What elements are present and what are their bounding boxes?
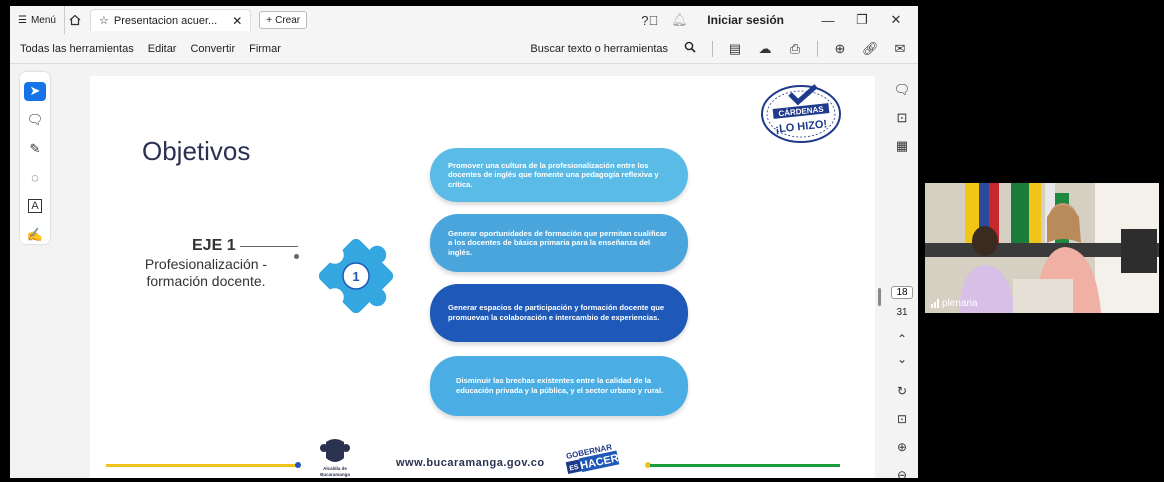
footer-url: www.bucaramanga.gov.co — [396, 457, 545, 469]
hamburger-icon: ☰ — [18, 14, 27, 26]
text-tool[interactable]: A — [24, 197, 46, 216]
restore-button[interactable]: ❐ — [852, 12, 872, 28]
scrollbar-thumb[interactable] — [878, 288, 881, 306]
pen-icon: ✎ — [29, 140, 41, 156]
fit-page-icon[interactable]: ⊡ — [897, 412, 907, 426]
screen: ☰ Menú ☆ Presentacion acuer... ✕ + Crear… — [0, 0, 1164, 482]
pdf-page: Objetivos CÁRDENAS ¡LO HIZO! EJE 1 Profe… — [90, 76, 875, 478]
prev-page-icon[interactable]: ⌃ — [897, 332, 907, 346]
sign-in-button[interactable]: Iniciar sesión — [707, 13, 784, 27]
current-page-field[interactable]: 18 — [891, 286, 913, 299]
menu-sign[interactable]: Firmar — [249, 43, 281, 55]
footer-yellow-line — [106, 464, 296, 467]
signal-icon — [931, 299, 939, 308]
objective-3: Generar espacios de participación y form… — [430, 284, 688, 342]
footer-dot — [295, 462, 301, 468]
thumbnails-icon[interactable]: ▦ — [896, 138, 908, 154]
close-window-button[interactable]: ✕ — [886, 12, 906, 28]
menu-all-tools[interactable]: Todas las herramientas — [20, 43, 134, 55]
eje-subtitle: Profesionalización - formación docente. — [144, 256, 268, 289]
gobernar-es-hacer-logo: GOBERNAR ES HACER — [565, 444, 620, 475]
help-icon[interactable]: ?⃝ — [641, 13, 658, 28]
home-icon — [70, 14, 81, 26]
total-pages: 31 — [896, 307, 908, 318]
puzzle-number: 1 — [352, 269, 359, 284]
lasso-tool[interactable]: ◌ — [24, 168, 46, 187]
create-button[interactable]: + Crear — [259, 11, 308, 29]
eje-connector-dot — [294, 254, 299, 259]
minimize-button[interactable]: — — [818, 13, 838, 28]
menu-edit[interactable]: Editar — [148, 43, 177, 55]
select-tool[interactable]: ➤ — [24, 82, 46, 101]
lasso-icon: ◌ — [31, 169, 39, 185]
text-box-icon: A — [28, 199, 42, 214]
save-icon[interactable]: ▤ — [727, 41, 743, 57]
signature-icon: ✍ — [26, 226, 44, 242]
refresh-icon[interactable]: ↻ — [897, 384, 907, 398]
objective-1: Promover una cultura de la profesionaliz… — [430, 148, 688, 202]
search-icon[interactable] — [682, 41, 698, 56]
objective-4: Disminuir las brechas existentes entre l… — [430, 356, 688, 416]
document-tab[interactable]: ☆ Presentacion acuer... ✕ — [89, 9, 252, 31]
toolbar-divider — [712, 40, 713, 57]
crest-caption-2: Bucaramanga — [320, 472, 350, 477]
video-scene — [925, 183, 1159, 313]
slide-title: Objetivos — [142, 136, 251, 166]
bell-icon[interactable]: 🔔︎ — [671, 12, 688, 28]
cardenas-seal-logo: CÁRDENAS ¡LO HIZO! — [761, 84, 841, 143]
toolbar: Todas las herramientas Editar Convertir … — [10, 34, 918, 64]
toolbar-divider — [817, 40, 818, 57]
video-feed: plenaria — [925, 183, 1159, 313]
search-tools[interactable]: Buscar texto o herramientas — [530, 43, 668, 55]
cursor-icon: ➤ — [29, 83, 41, 99]
zoom-search-icon[interactable]: ⊕ — [832, 41, 848, 57]
link-icon[interactable]: 🔗︎ — [862, 41, 879, 57]
zoom-out-icon[interactable]: ⊖ — [897, 468, 907, 478]
upload-cloud-icon[interactable]: ☁ — [757, 41, 773, 57]
pdf-viewer-window: ☰ Menú ☆ Presentacion acuer... ✕ + Crear… — [10, 6, 918, 478]
bookmark-panel-icon[interactable]: ⊡ — [897, 110, 908, 126]
footer-green-line — [650, 464, 840, 467]
video-label: plenaria — [931, 298, 978, 309]
menu-convert[interactable]: Convertir — [190, 43, 235, 55]
title-bar: ☰ Menú ☆ Presentacion acuer... ✕ + Crear… — [10, 6, 918, 34]
alcaldia-crest-logo: Alcaldía de Bucaramanga — [320, 439, 350, 477]
puzzle-piece-graphic: 1 — [318, 238, 394, 314]
plus-icon: + — [266, 14, 273, 26]
comments-panel-icon[interactable]: 🗨︎ — [894, 82, 911, 98]
comment-icon: 🗨︎ — [26, 112, 44, 127]
comment-tool[interactable]: 🗨︎ — [24, 111, 46, 130]
print-icon[interactable]: ⎙ — [787, 41, 803, 57]
menu-button[interactable]: ☰ Menú — [10, 6, 64, 34]
right-rail: 🗨︎ ⊡ ▦ 18 31 ⌃ ⌄ ↻ ⊡ ⊕ ⊖ — [886, 70, 918, 478]
zoom-in-icon[interactable]: ⊕ — [897, 440, 907, 454]
fill-sign-tool[interactable]: ✍ — [24, 225, 46, 244]
left-tool-rail: ➤ 🗨︎ ✎ ◌ A ✍ — [20, 72, 50, 244]
eje-title: EJE 1 — [192, 237, 236, 254]
next-page-icon[interactable]: ⌄ — [897, 352, 907, 366]
draw-tool[interactable]: ✎ — [24, 139, 46, 158]
home-button[interactable] — [63, 6, 86, 34]
objective-2: Generar oportunidades de formación que p… — [430, 214, 688, 272]
mail-icon[interactable]: ✉ — [892, 41, 908, 57]
close-tab-icon[interactable]: ✕ — [232, 14, 242, 28]
star-icon[interactable]: ☆ — [99, 14, 109, 27]
crest-caption-1: Alcaldía de — [323, 466, 347, 471]
